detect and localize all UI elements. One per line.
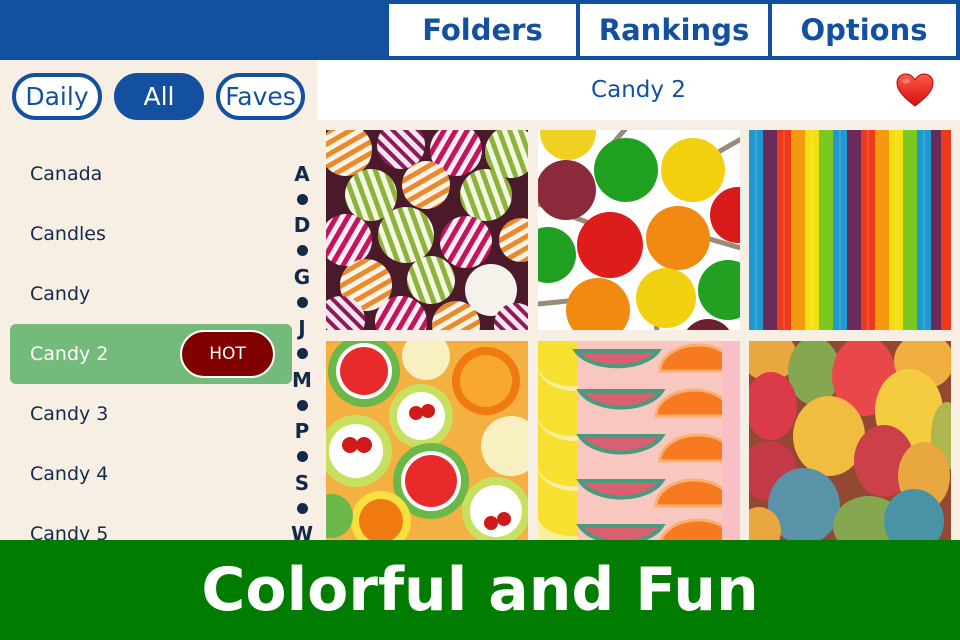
index-letter[interactable]: J xyxy=(288,316,316,340)
filter-faves-button[interactable]: Faves xyxy=(216,73,305,120)
folder-title: Candy 2 xyxy=(591,77,686,103)
tab-folders[interactable]: Folders xyxy=(389,4,576,56)
list-item-label: Candy 4 xyxy=(30,463,109,485)
folder-list: Canada Candles Candy Candy 2 HOT Candy 3… xyxy=(0,144,292,540)
list-item[interactable]: Canada xyxy=(10,144,292,204)
banner-text: Colorful and Fun xyxy=(201,555,759,625)
list-item[interactable]: Candy 3 xyxy=(10,384,292,444)
index-letter[interactable]: G xyxy=(288,265,316,289)
thumbnail-gumdrops[interactable] xyxy=(749,341,951,540)
filter-all-button[interactable]: All xyxy=(114,73,204,120)
tab-options[interactable]: Options xyxy=(772,4,956,56)
list-item-selected[interactable]: Candy 2 HOT xyxy=(10,324,292,384)
thumbnail-striped-candies[interactable] xyxy=(326,130,528,330)
promo-banner: Colorful and Fun xyxy=(0,540,960,640)
thumbnail-jelly-slices[interactable] xyxy=(538,341,740,540)
filter-daily-button[interactable]: Daily xyxy=(12,73,102,120)
hot-badge: HOT xyxy=(180,330,275,378)
list-item-label: Candy 5 xyxy=(30,523,109,540)
index-letter[interactable]: A xyxy=(288,162,316,186)
list-item-label: Candy 3 xyxy=(30,403,109,425)
list-item-label: Canada xyxy=(30,163,103,185)
index-letter[interactable]: P xyxy=(288,419,316,443)
content-header: Candy 2 xyxy=(317,60,960,120)
index-letter[interactable]: D xyxy=(288,213,316,237)
top-nav-bar: Folders Rankings Options xyxy=(0,0,960,60)
thumbnail-fruit-candies[interactable] xyxy=(326,341,528,540)
tab-rankings[interactable]: Rankings xyxy=(580,4,768,56)
index-dot xyxy=(297,400,308,411)
image-grid xyxy=(317,120,960,540)
list-item-label: Candy xyxy=(30,283,91,305)
list-item[interactable]: Candy 4 xyxy=(10,444,292,504)
list-item[interactable]: Candles xyxy=(10,204,292,264)
heart-icon[interactable] xyxy=(895,72,935,108)
index-dot xyxy=(297,245,308,256)
list-item[interactable]: Candy 5 xyxy=(10,504,292,540)
thumbnail-rainbow-licorice[interactable] xyxy=(749,130,951,330)
index-letter[interactable]: M xyxy=(288,368,316,392)
alphabet-index[interactable]: A D G J M P S W xyxy=(288,160,316,540)
list-item-label: Candy 2 xyxy=(30,343,109,365)
index-dot xyxy=(297,194,308,205)
index-dot xyxy=(297,451,308,462)
index-letter[interactable]: W xyxy=(288,522,316,540)
thumbnail-lollipops[interactable] xyxy=(538,130,740,330)
index-dot xyxy=(297,348,308,359)
index-dot xyxy=(297,503,308,514)
list-item-label: Candles xyxy=(30,223,106,245)
index-letter[interactable]: S xyxy=(288,471,316,495)
list-item[interactable]: Candy xyxy=(10,264,292,324)
index-dot xyxy=(297,297,308,308)
